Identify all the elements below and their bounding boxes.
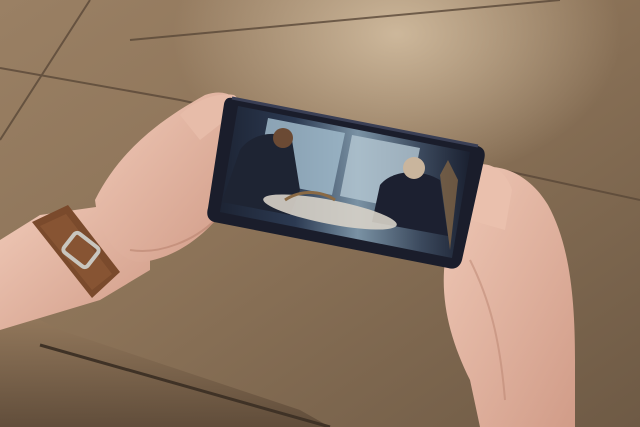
scene-illustration <box>0 0 640 427</box>
photo-scene <box>0 0 640 427</box>
